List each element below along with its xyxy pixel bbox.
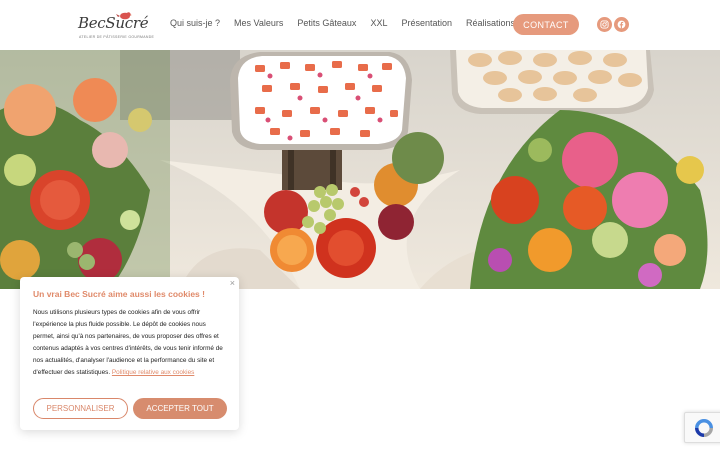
nav-item-realisations[interactable]: Réalisations <box>466 18 515 28</box>
nav-item-xxl[interactable]: XXL <box>370 18 387 28</box>
personalize-button[interactable]: PERSONNALISER <box>33 398 128 419</box>
close-icon[interactable]: × <box>230 278 235 288</box>
facebook-icon[interactable] <box>614 17 629 32</box>
hero-image <box>0 50 720 289</box>
nav-item-petits-gateaux[interactable]: Petits Gâteaux <box>297 18 356 28</box>
dessert-table-illustration <box>0 50 720 289</box>
accept-all-button[interactable]: ACCEPTER TOUT <box>133 398 227 419</box>
contact-button[interactable]: CONTACT <box>513 14 579 35</box>
nav-item-qui-suis-je[interactable]: Qui suis-je ? <box>170 18 220 28</box>
cookie-text: Nous utilisons plusieurs types de cookie… <box>33 307 229 379</box>
logo-tagline: ATELIER DE PÂTISSERIE GOURMANDE <box>79 35 155 39</box>
cookie-policy-link[interactable]: Politique relative aux cookies <box>112 369 194 376</box>
cookie-title: Un vrai Bec Sucré aime aussi les cookies… <box>33 289 205 299</box>
recaptcha-badge[interactable] <box>684 412 720 443</box>
cookie-description: Nous utilisons plusieurs types de cookie… <box>33 309 223 376</box>
nav-item-presentation[interactable]: Présentation <box>401 18 452 28</box>
nav-item-mes-valeurs[interactable]: Mes Valeurs <box>234 18 283 28</box>
site-header: BecSucré ATELIER DE PÂTISSERIE GOURMANDE… <box>0 0 720 50</box>
instagram-icon[interactable] <box>597 17 612 32</box>
logo-text: BecSucré <box>78 14 149 32</box>
page: BecSucré ATELIER DE PÂTISSERIE GOURMANDE… <box>0 0 720 450</box>
main-nav: Qui suis-je ? Mes Valeurs Petits Gâteaux… <box>170 18 529 28</box>
recaptcha-icon <box>695 418 713 437</box>
logo[interactable]: BecSucré ATELIER DE PÂTISSERIE GOURMANDE <box>76 8 154 42</box>
cookie-banner: × Un vrai Bec Sucré aime aussi les cooki… <box>20 277 239 430</box>
